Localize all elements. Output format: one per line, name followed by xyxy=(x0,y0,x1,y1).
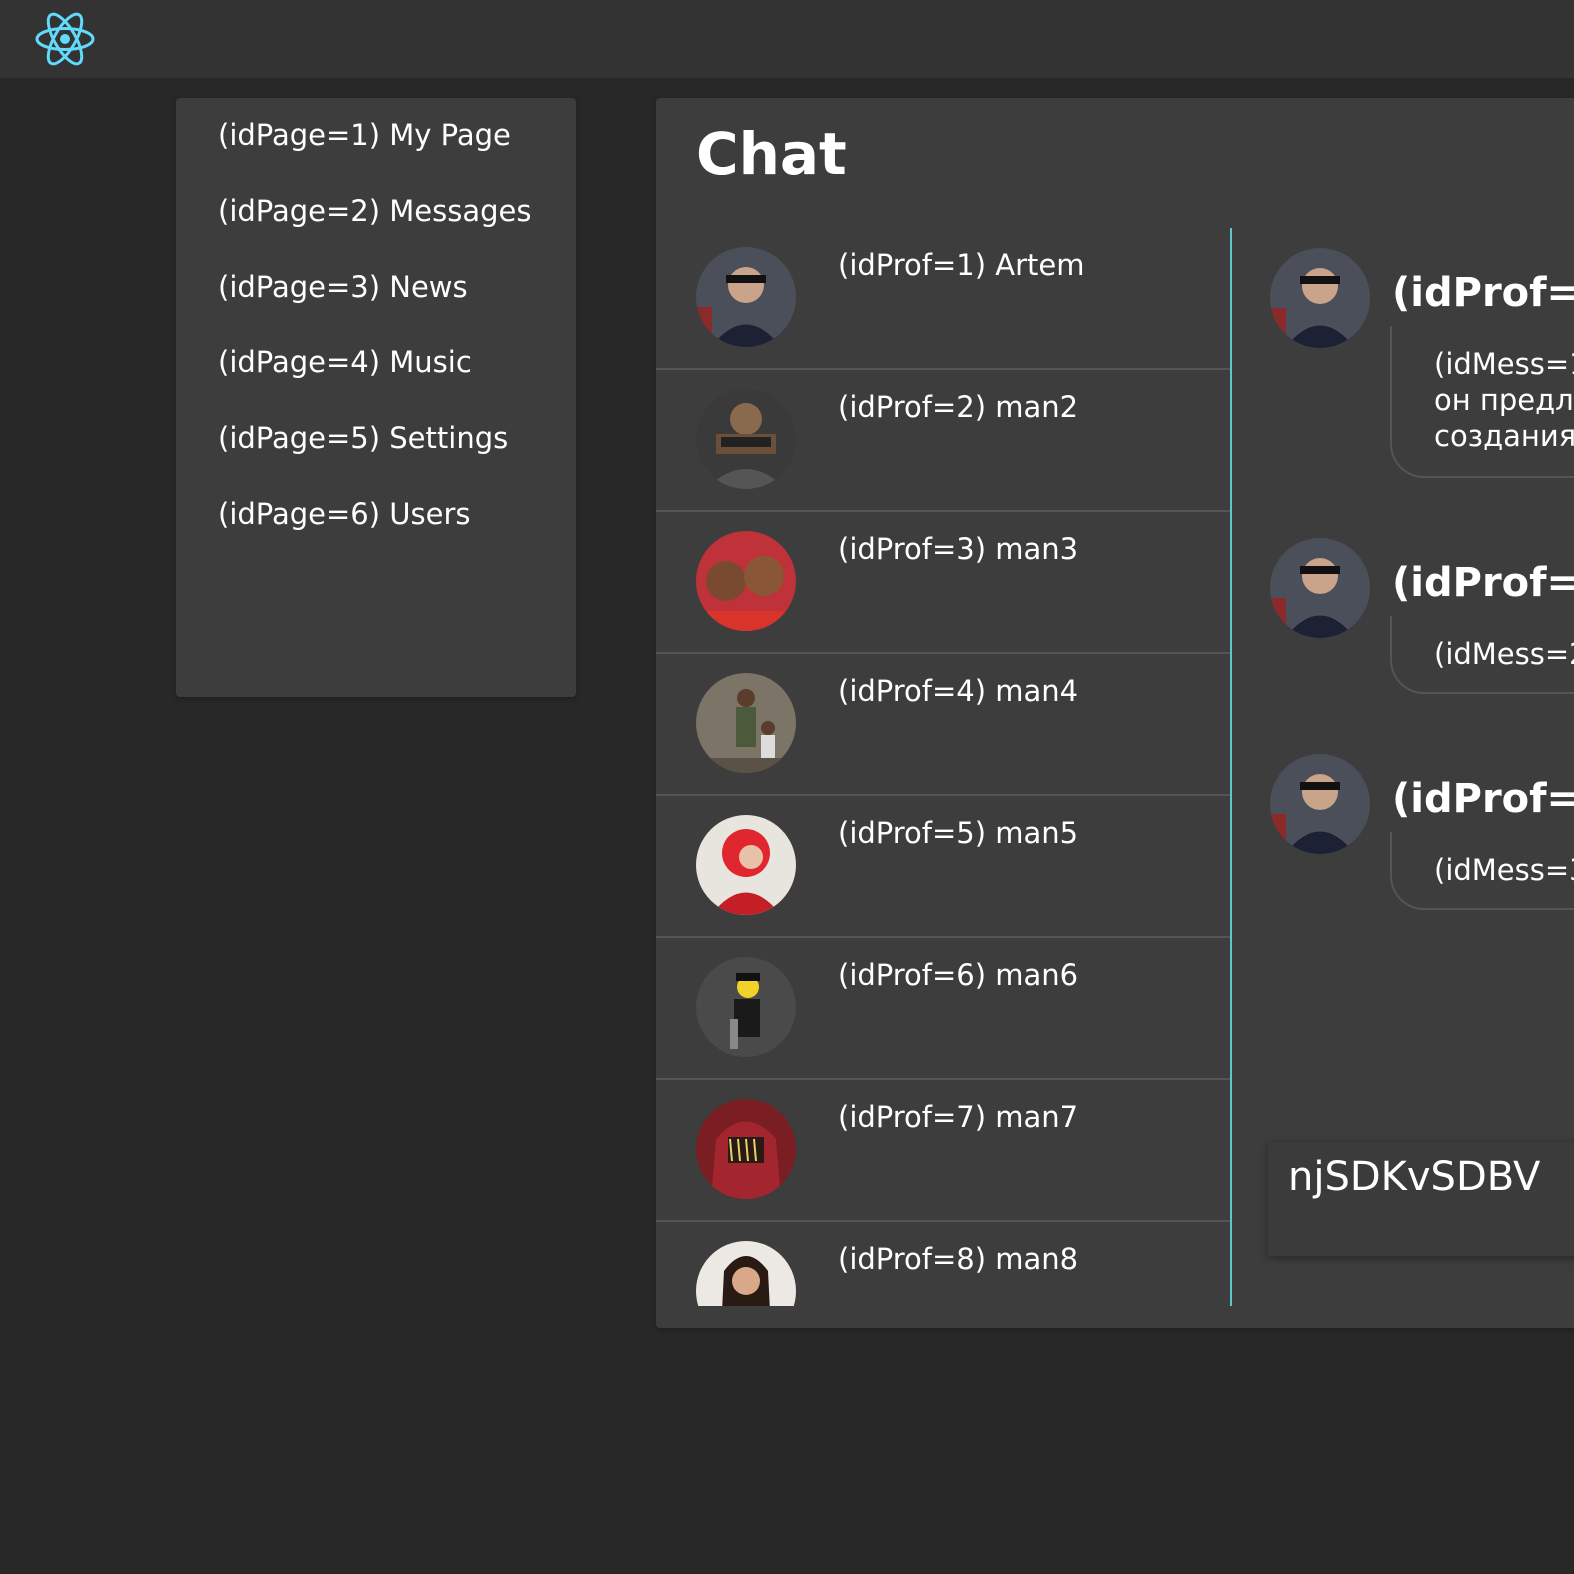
avatar xyxy=(1270,538,1370,638)
nav-item-settings[interactable]: (idPage=5) Settings xyxy=(218,421,508,455)
message-text-line: (idMess=2 xyxy=(1434,637,1574,671)
avatar xyxy=(696,531,796,631)
message-author: (idProf=1 xyxy=(1392,270,1574,316)
avatar xyxy=(696,957,796,1057)
dialog-item[interactable]: (idProf=7) man7 xyxy=(656,1080,1230,1222)
dialog-item[interactable]: (idProf=3) man3 xyxy=(656,512,1230,654)
sidebar-nav: (idPage=1) My Page (idPage=2) Messages (… xyxy=(176,98,576,697)
react-logo-icon[interactable] xyxy=(34,8,96,70)
avatar xyxy=(1270,248,1370,348)
avatar xyxy=(696,1241,796,1306)
dialog-name: (idProf=2) man2 xyxy=(838,390,1079,424)
page-title: Chat xyxy=(696,120,847,188)
message-bubble: (idMess=1 он предла создания. xyxy=(1390,326,1574,478)
avatar xyxy=(696,815,796,915)
dialog-name: (idProf=3) man3 xyxy=(838,532,1079,566)
message-text-line: он предла xyxy=(1434,383,1574,417)
avatar xyxy=(696,1099,796,1199)
nav-item-my-page[interactable]: (idPage=1) My Page xyxy=(218,118,511,152)
dialogs-divider xyxy=(1230,228,1232,1306)
dialog-item[interactable]: (idProf=5) man5 xyxy=(656,796,1230,938)
dialog-item[interactable]: (idProf=2) man2 xyxy=(656,370,1230,512)
dialog-name: (idProf=4) man4 xyxy=(838,674,1079,708)
message-text-line: (idMess=1 xyxy=(1434,347,1574,381)
dialog-item[interactable]: (idProf=8) man8 xyxy=(656,1222,1230,1306)
message-author: (idProf=1 xyxy=(1392,560,1574,606)
top-header xyxy=(0,0,1574,78)
message-text-line: создания. xyxy=(1434,419,1574,453)
dialog-item[interactable]: (idProf=1) Artem xyxy=(656,228,1230,370)
message-input[interactable]: njSDKvSDBV xyxy=(1268,1142,1574,1256)
nav-item-news[interactable]: (idPage=3) News xyxy=(218,270,468,304)
nav-item-messages[interactable]: (idPage=2) Messages xyxy=(218,194,531,228)
dialog-item[interactable]: (idProf=6) man6 xyxy=(656,938,1230,1080)
dialog-name: (idProf=7) man7 xyxy=(838,1100,1079,1134)
avatar xyxy=(696,247,796,347)
dialog-item[interactable]: (idProf=4) man4 xyxy=(656,654,1230,796)
dialog-list: (idProf=1) Artem (idProf=2) man2 (idProf… xyxy=(656,228,1230,1306)
avatar xyxy=(696,389,796,489)
message-bubble: (idMess=2 xyxy=(1390,616,1574,694)
dialog-name: (idProf=1) Artem xyxy=(838,248,1085,282)
dialog-name: (idProf=6) man6 xyxy=(838,958,1079,992)
avatar xyxy=(696,673,796,773)
message-text-line: (idMess=3 xyxy=(1434,853,1574,887)
avatar xyxy=(1270,754,1370,854)
message-author: (idProf=1 xyxy=(1392,776,1574,822)
message-bubble: (idMess=3 xyxy=(1390,832,1574,910)
dialog-name: (idProf=5) man5 xyxy=(838,816,1079,850)
nav-item-users[interactable]: (idPage=6) Users xyxy=(218,497,470,531)
dialog-name: (idProf=8) man8 xyxy=(838,1242,1079,1276)
chat-panel: Chat (idProf=1) Artem (idProf=2) man2 (i… xyxy=(656,98,1574,1328)
nav-item-music[interactable]: (idPage=4) Music xyxy=(218,345,472,379)
